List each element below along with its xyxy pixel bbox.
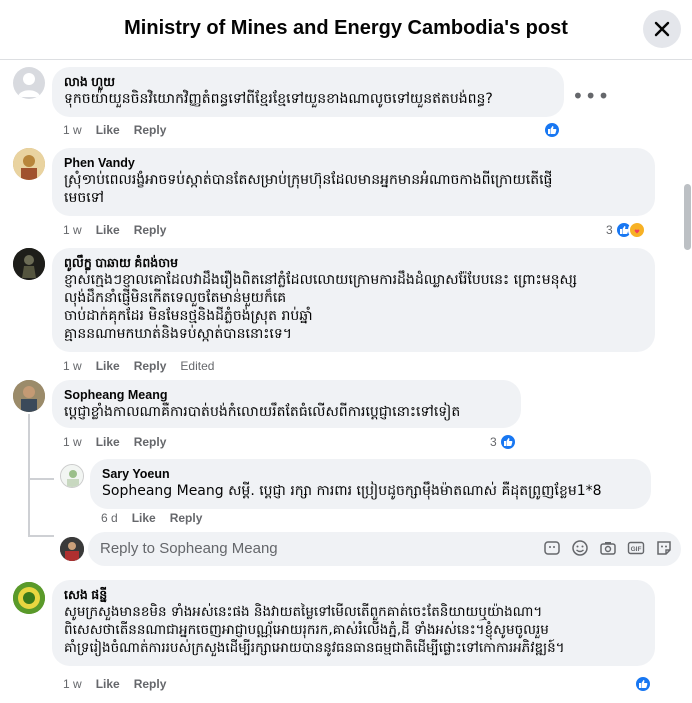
comment-time[interactable]: 1 w (63, 223, 82, 237)
comment-bubble: Sopheang Meang ប្ដេជ្ញាខ្លាំងកាលណាគឺការប… (52, 380, 521, 428)
like-button[interactable]: Like (96, 123, 120, 137)
like-button[interactable]: Like (96, 359, 120, 373)
thread-branch (28, 535, 54, 537)
reply-meta: 6 d Like Reply (101, 511, 216, 525)
dialog-title: Ministry of Mines and Energy Cambodia's … (124, 17, 568, 39)
reply-author[interactable]: Sary Yoeun (102, 466, 639, 482)
reply-button[interactable]: Reply (134, 677, 167, 691)
like-reaction-icon (634, 675, 652, 693)
avatar[interactable] (60, 464, 84, 488)
profile-photo-icon (13, 248, 45, 280)
post-dialog-header: Ministry of Mines and Energy Cambodia's … (0, 0, 692, 60)
reaction-count: 3 (490, 435, 497, 449)
reaction-summary[interactable] (634, 674, 652, 694)
avatar[interactable] (13, 582, 45, 614)
comment-time[interactable]: 1 w (63, 677, 82, 691)
profile-photo-icon (13, 380, 45, 412)
like-reaction-icon (543, 121, 561, 139)
comment-text: ស្រុំ១ាប់ពេលរង្ខំអាចទប់ស្កាត់បានតែសម្រាប… (64, 172, 553, 206)
avatar[interactable] (13, 380, 45, 412)
profile-photo-icon (61, 465, 83, 487)
profile-photo-icon (13, 582, 45, 614)
comment-meta: 1 w Like Reply (63, 677, 180, 691)
reply-placeholder: Reply to Sopheang Meang (100, 540, 278, 557)
close-icon (654, 21, 670, 37)
reaction-count: 3 (606, 223, 613, 237)
comment-time[interactable]: 1 w (63, 435, 82, 449)
scrollbar[interactable] (684, 184, 691, 250)
reaction-summary[interactable]: 3 (606, 220, 646, 240)
reply-toolbar: GIF (543, 539, 673, 557)
reply-button[interactable]: Reply (134, 223, 167, 237)
comment-bubble: ពូលឹក្ខ បាឆាយ គំពង់ចាម ខ្ញាស់ក្មេងៗខ្ញាល… (52, 248, 655, 352)
default-avatar-icon (18, 73, 40, 97)
reply-button[interactable]: Reply (170, 511, 203, 525)
thread-line (28, 414, 30, 536)
svg-text:GIF: GIF (631, 546, 642, 553)
comment-bubble: លាង ហួយ ទុកចយ៉ាយួនចិនវិយោកវិញ្ញតំពន្ធទៅព… (52, 67, 564, 117)
thread-branch (28, 478, 54, 480)
comment-text: ប្ដេជ្ញាខ្លាំងកាលណាគឺការបាត់បង់កំលោយរឹតត… (64, 404, 461, 420)
profile-photo-icon (60, 537, 84, 561)
reply-button[interactable]: Reply (134, 359, 167, 373)
reply-body: សម្តី. ប្តេជ្ញា រក្សា ការពារ ប្រៀបដូចក្ស… (223, 483, 602, 499)
camera-icon[interactable] (599, 539, 617, 557)
reaction-summary[interactable] (543, 120, 561, 140)
edited-label: Edited (180, 359, 215, 373)
sticker-icon[interactable] (655, 539, 673, 557)
comment-meta: 1 w Like Reply (63, 435, 180, 449)
gif-icon[interactable]: GIF (627, 539, 645, 557)
reply-input[interactable]: Reply to Sopheang Meang GIF (88, 532, 681, 566)
comment-bubble: Phen Vandy ស្រុំ១ាប់ពេលរង្ខំអាចទប់ស្កាត់… (52, 148, 655, 216)
like-button[interactable]: Like (96, 435, 120, 449)
comment-author[interactable]: ពូលឹក្ខ បាឆាយ គំពង់ចាម (64, 255, 643, 271)
mention-link[interactable]: Sopheang Meang (102, 483, 224, 499)
like-button[interactable]: Like (132, 511, 156, 525)
reply-button[interactable]: Reply (134, 123, 167, 137)
more-options-icon[interactable]: ••• (572, 84, 610, 108)
avatar[interactable] (13, 67, 45, 99)
avatar[interactable] (13, 148, 45, 180)
reply-time[interactable]: 6 d (101, 511, 118, 525)
comment-author[interactable]: សេង ផន្នី (64, 587, 643, 603)
like-button[interactable]: Like (96, 223, 120, 237)
avatar[interactable] (13, 248, 45, 280)
like-button[interactable]: Like (96, 677, 120, 691)
comment-meta: 1 w Like Reply Edited (63, 359, 228, 373)
reply-button[interactable]: Reply (134, 435, 167, 449)
comment-time[interactable]: 1 w (63, 359, 82, 373)
close-button[interactable] (643, 10, 681, 48)
like-reaction-icon (498, 433, 517, 451)
avatar-sticker-icon[interactable] (543, 539, 561, 557)
comment-text: សូមក្រសួងមានខមិន ទាំងអស់នេះផង និងវាយតម្ល… (64, 604, 565, 656)
comment-author[interactable]: Phen Vandy (64, 155, 643, 171)
comment-text: ទុកចយ៉ាយួនចិនវិយោកវិញ្ញតំពន្ធទៅពីខ្មែរខ្… (64, 91, 493, 107)
reply-bubble: Sary Yoeun Sopheang Meang សម្តី. ប្តេជ្ញ… (90, 459, 651, 509)
reply-text: Sopheang Meang សម្តី. ប្តេជ្ញា រក្សា ការ… (102, 482, 639, 500)
comment-time[interactable]: 1 w (63, 123, 82, 137)
care-reaction-icon (627, 221, 646, 239)
comment-meta: 1 w Like Reply (63, 223, 180, 237)
comment-text: ខ្ញាស់ក្មេងៗខ្ញាលគោដែលវាដឹងរឿងពិតនៅភ្លំដ… (64, 272, 577, 342)
comment-meta: 1 w Like Reply (63, 123, 180, 137)
emoji-icon[interactable] (571, 539, 589, 557)
reaction-summary[interactable]: 3 (490, 432, 517, 452)
profile-photo-icon (13, 148, 45, 180)
current-user-avatar[interactable] (60, 537, 84, 561)
comment-author[interactable]: Sopheang Meang (64, 387, 509, 403)
comment-author[interactable]: លាង ហួយ (64, 74, 552, 90)
comment-bubble: សេង ផន្នី សូមក្រសួងមានខមិន ទាំងអស់នេះផង … (52, 580, 655, 666)
